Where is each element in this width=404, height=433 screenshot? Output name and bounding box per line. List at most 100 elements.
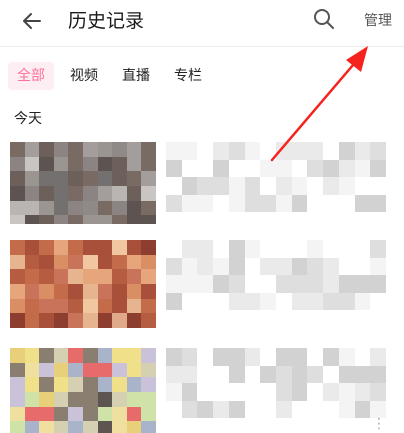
tab-column[interactable]: 专栏 bbox=[166, 62, 210, 90]
blurred-text-pixel bbox=[370, 365, 386, 384]
video-thumbnail bbox=[10, 240, 156, 328]
mosaic-pixel bbox=[126, 392, 142, 407]
video-thumbnail bbox=[10, 142, 156, 224]
blurred-text-pixel bbox=[213, 212, 229, 224]
blurred-text-pixel bbox=[228, 159, 245, 178]
mosaic-pixel bbox=[141, 421, 156, 433]
blurred-text-pixel bbox=[307, 159, 324, 178]
mosaic-pixel bbox=[53, 254, 69, 270]
blurred-text-pixel bbox=[291, 275, 308, 293]
blurred-text-pixel bbox=[213, 240, 229, 258]
back-arrow-icon[interactable] bbox=[20, 9, 44, 33]
blurred-text-pixel bbox=[307, 365, 324, 384]
blurred-text-pixel bbox=[291, 383, 308, 401]
mosaic-pixel bbox=[53, 284, 69, 299]
video-thumbnail bbox=[10, 348, 156, 433]
blurred-text-pixel bbox=[166, 310, 182, 328]
blurred-text-pixel bbox=[338, 194, 355, 213]
manage-button[interactable]: 管理 bbox=[364, 11, 392, 31]
mosaic-pixel bbox=[53, 421, 69, 433]
blurred-text-pixel bbox=[276, 383, 292, 401]
history-item[interactable]: ⋮ bbox=[0, 344, 404, 433]
mosaic-pixel bbox=[39, 284, 54, 299]
mosaic-pixel bbox=[24, 269, 40, 284]
mosaic-pixel bbox=[68, 348, 83, 363]
mosaic-pixel bbox=[126, 313, 142, 328]
mosaic-pixel bbox=[97, 215, 113, 224]
video-info-blurred bbox=[166, 348, 386, 433]
blurred-text-pixel bbox=[338, 348, 355, 366]
mosaic-pixel bbox=[53, 269, 69, 284]
mosaic-pixel bbox=[97, 171, 113, 186]
blurred-text-pixel bbox=[276, 418, 292, 433]
mosaic-pixel bbox=[83, 284, 98, 299]
blurred-text-pixel bbox=[260, 212, 276, 224]
blurred-text-pixel bbox=[244, 159, 261, 178]
blurred-text-pixel bbox=[244, 400, 261, 419]
blurred-text-pixel bbox=[228, 257, 245, 276]
mosaic-pixel bbox=[83, 313, 98, 328]
blurred-text-pixel bbox=[260, 177, 276, 195]
mosaic-pixel bbox=[112, 421, 127, 433]
mosaic-pixel bbox=[97, 254, 113, 270]
blurred-text-pixel bbox=[244, 292, 261, 311]
blurred-text-pixel bbox=[323, 348, 339, 366]
blurred-text-pixel bbox=[307, 310, 324, 328]
mosaic-pixel bbox=[97, 421, 113, 433]
mosaic-pixel bbox=[112, 377, 127, 392]
blurred-text-pixel bbox=[166, 400, 182, 419]
mosaic-pixel bbox=[68, 215, 83, 224]
mosaic-pixel bbox=[112, 313, 127, 328]
history-item[interactable] bbox=[0, 236, 404, 332]
mosaic-pixel bbox=[83, 254, 98, 270]
blurred-text-pixel bbox=[181, 418, 198, 433]
blurred-text-pixel bbox=[260, 365, 276, 384]
video-info-blurred bbox=[166, 240, 386, 328]
tab-all[interactable]: 全部 bbox=[8, 62, 54, 90]
mosaic-pixel bbox=[141, 200, 156, 216]
blurred-text-pixel bbox=[166, 365, 182, 384]
blurred-text-pixel bbox=[323, 177, 339, 195]
history-item[interactable] bbox=[0, 128, 404, 224]
blurred-text-pixel bbox=[244, 275, 261, 293]
blurred-text-pixel bbox=[338, 418, 355, 433]
mosaic-pixel bbox=[68, 186, 83, 201]
mosaic-pixel bbox=[39, 215, 54, 224]
mosaic-pixel bbox=[39, 156, 54, 172]
mosaic-pixel bbox=[83, 298, 98, 314]
search-icon[interactable] bbox=[312, 7, 336, 31]
mosaic-pixel bbox=[10, 200, 25, 216]
blurred-text-pixel bbox=[213, 275, 229, 293]
blurred-text-pixel bbox=[307, 400, 324, 419]
blurred-text-pixel bbox=[291, 240, 308, 258]
blurred-text-pixel bbox=[181, 348, 198, 366]
filter-tabs: 全部 视频 直播 专栏 bbox=[0, 56, 404, 94]
mosaic-pixel bbox=[83, 200, 98, 216]
mosaic-pixel bbox=[112, 200, 127, 216]
blurred-text-pixel bbox=[370, 194, 386, 213]
blurred-text-pixel bbox=[228, 177, 245, 195]
mosaic-pixel bbox=[10, 392, 25, 407]
blurred-text-pixel bbox=[307, 348, 324, 366]
blurred-text-pixel bbox=[354, 275, 371, 293]
mosaic-pixel bbox=[10, 240, 25, 255]
blurred-text-pixel bbox=[228, 240, 245, 258]
more-options-icon[interactable]: ⋮ bbox=[372, 417, 386, 431]
blurred-text-pixel bbox=[260, 348, 276, 366]
tab-video[interactable]: 视频 bbox=[62, 62, 106, 90]
blurred-text-pixel bbox=[276, 348, 292, 366]
blurred-text-pixel bbox=[307, 292, 324, 311]
blurred-text-pixel bbox=[338, 292, 355, 311]
tab-live[interactable]: 直播 bbox=[114, 62, 158, 90]
blurred-text-pixel bbox=[260, 194, 276, 213]
mosaic-pixel bbox=[24, 215, 40, 224]
mosaic-pixel bbox=[141, 240, 156, 255]
mosaic-pixel bbox=[10, 269, 25, 284]
blurred-text-pixel bbox=[197, 418, 214, 433]
mosaic-pixel bbox=[141, 156, 156, 172]
mosaic-pixel bbox=[141, 392, 156, 407]
blurred-text-pixel bbox=[323, 257, 339, 276]
blurred-text-pixel bbox=[323, 194, 339, 213]
mosaic-pixel bbox=[126, 156, 142, 172]
mosaic-pixel bbox=[53, 377, 69, 392]
